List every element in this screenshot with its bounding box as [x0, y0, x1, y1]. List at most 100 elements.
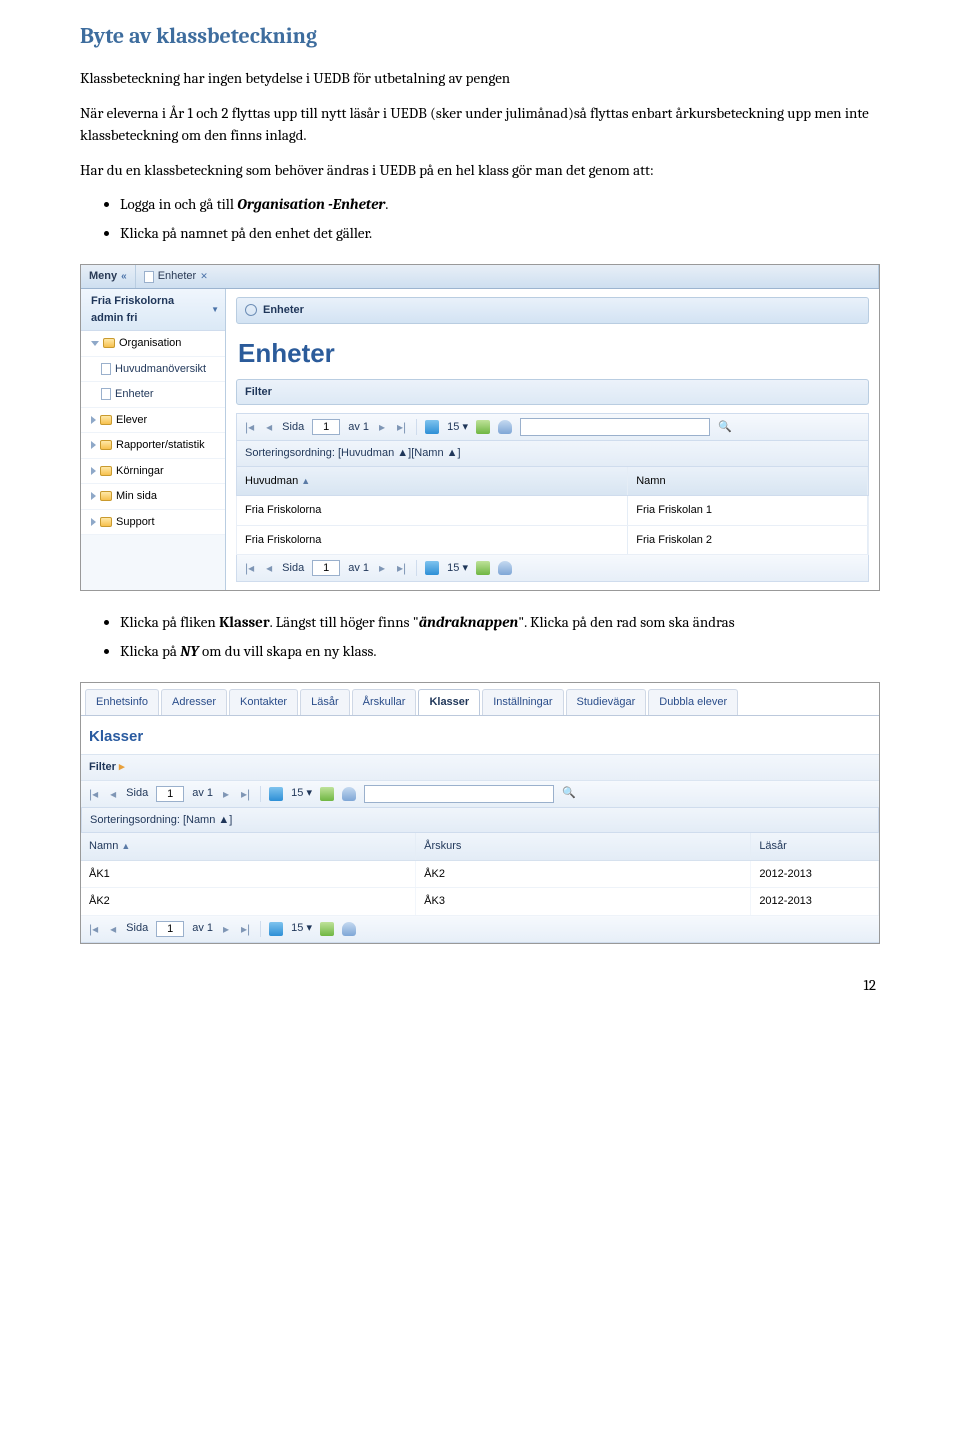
tab-kontakter[interactable]: Kontakter	[229, 689, 298, 715]
sidebar: Fria Friskolorna admin fri ▼ Organisatio…	[81, 289, 226, 590]
tab-dubbla-elever[interactable]: Dubbla elever	[648, 689, 738, 715]
tab-lasar[interactable]: Läsår	[300, 689, 350, 715]
cell: Fria Friskolan 2	[628, 526, 868, 555]
refresh-icon[interactable]	[425, 561, 439, 575]
next-page-button[interactable]: ▸	[221, 785, 231, 803]
next-page-button[interactable]: ▸	[377, 559, 387, 577]
add-icon[interactable]	[476, 420, 490, 434]
table-row[interactable]: Fria Friskolorna Fria Friskolan 1	[236, 496, 869, 526]
cell: Fria Friskolorna	[237, 526, 628, 555]
sidebar-item-huvudman[interactable]: Huvudmanöversikt	[81, 357, 225, 383]
tab-adresser[interactable]: Adresser	[161, 689, 227, 715]
prev-page-button[interactable]: ◂	[264, 418, 274, 436]
folder-icon	[100, 440, 112, 450]
sidebar-item-support[interactable]: Support	[81, 510, 225, 536]
sort-order-label: Sorteringsordning: [Huvudman ▲][Namn ▲]	[236, 441, 869, 467]
table-row[interactable]: Fria Friskolorna Fria Friskolan 2	[236, 526, 869, 556]
refresh-icon[interactable]	[425, 420, 439, 434]
search-icon[interactable]: 🔍	[562, 785, 576, 802]
filter-bar[interactable]: Filter ▸	[81, 754, 879, 781]
perpage-select[interactable]: 15 ▾	[447, 419, 468, 436]
filter-bar[interactable]: Filter	[236, 379, 869, 406]
sidebar-item-enheter[interactable]: Enheter	[81, 382, 225, 408]
grid-header: Huvudman ▲ Namn	[236, 467, 869, 497]
page-number: 12	[80, 974, 880, 997]
last-page-button[interactable]: ▸|	[239, 920, 252, 938]
refresh-icon[interactable]	[269, 922, 283, 936]
page-label: Sida	[282, 560, 304, 577]
table-row[interactable]: ÅK1 ÅK2 2012-2013	[81, 861, 879, 889]
document-icon	[101, 363, 111, 375]
chevron-left-icon[interactable]: «	[121, 269, 127, 284]
col-namn[interactable]: Namn ▲	[81, 833, 416, 860]
meny-label[interactable]: Meny «	[81, 265, 136, 288]
chevron-down-icon	[91, 341, 99, 346]
list-item: Klicka på fliken Klasser. Längst till hö…	[120, 611, 880, 634]
screenshot-enheter: Meny « Enheter ✕ Fria Friskolorna admin …	[80, 264, 880, 591]
cell: ÅK1	[81, 861, 416, 888]
last-page-button[interactable]: ▸|	[239, 785, 252, 803]
col-arskurs[interactable]: Årskurs	[416, 833, 751, 860]
tab-klasser[interactable]: Klasser	[418, 689, 480, 715]
first-page-button[interactable]: |◂	[243, 418, 256, 436]
perpage-select[interactable]: 15 ▾	[291, 920, 312, 937]
page-input[interactable]	[312, 419, 340, 435]
sidebar-item-korningar[interactable]: Körningar	[81, 459, 225, 485]
tab-installningar[interactable]: Inställningar	[482, 689, 563, 715]
grid-header: Namn ▲ Årskurs Läsår	[81, 833, 879, 861]
next-page-button[interactable]: ▸	[377, 418, 387, 436]
table-row[interactable]: ÅK2 ÅK3 2012-2013	[81, 888, 879, 916]
user-dropdown[interactable]: Fria Friskolorna admin fri ▼	[81, 289, 225, 331]
add-icon[interactable]	[320, 787, 334, 801]
add-icon[interactable]	[476, 561, 490, 575]
person-icon[interactable]	[498, 561, 512, 575]
perpage-select[interactable]: 15 ▾	[291, 785, 312, 802]
page-input[interactable]	[312, 560, 340, 576]
sidebar-item-elever[interactable]: Elever	[81, 408, 225, 434]
next-page-button[interactable]: ▸	[221, 920, 231, 938]
tab-enhetsinfo[interactable]: Enhetsinfo	[85, 689, 159, 715]
search-icon[interactable]: 🔍	[718, 419, 732, 436]
tab-arskullar[interactable]: Årskullar	[352, 689, 417, 715]
sidebar-item-minsida[interactable]: Min sida	[81, 484, 225, 510]
section-title: Klasser	[81, 716, 879, 755]
refresh-icon[interactable]	[269, 787, 283, 801]
tab-studievagar[interactable]: Studievägar	[566, 689, 647, 715]
tab-enheter[interactable]: Enheter	[158, 268, 197, 285]
sidebar-item-rapporter[interactable]: Rapporter/statistik	[81, 433, 225, 459]
person-icon[interactable]	[342, 922, 356, 936]
page-of-label: av 1	[192, 920, 213, 937]
last-page-button[interactable]: ▸|	[395, 559, 408, 577]
chevron-right-icon	[91, 467, 96, 475]
cell: Fria Friskolorna	[237, 496, 628, 525]
page-input[interactable]	[156, 921, 184, 937]
close-icon[interactable]: ✕	[200, 270, 208, 284]
search-input[interactable]	[364, 785, 554, 803]
section-title: Enheter	[238, 334, 869, 373]
perpage-select[interactable]: 15 ▾	[447, 560, 468, 577]
list-item: Klicka på namnet på den enhet det gäller…	[120, 222, 880, 245]
first-page-button[interactable]: |◂	[243, 559, 256, 577]
prev-page-button[interactable]: ◂	[108, 785, 118, 803]
person-icon[interactable]	[342, 787, 356, 801]
first-page-button[interactable]: |◂	[87, 785, 100, 803]
page-input[interactable]	[156, 786, 184, 802]
prev-page-button[interactable]: ◂	[264, 559, 274, 577]
add-icon[interactable]	[320, 922, 334, 936]
sidebar-item-organisation[interactable]: Organisation	[81, 331, 225, 357]
first-page-button[interactable]: |◂	[87, 920, 100, 938]
pagination-toolbar-bottom: |◂ ◂ Sida av 1 ▸ ▸| 15 ▾	[81, 916, 879, 943]
col-huvudman[interactable]: Huvudman ▲	[237, 467, 628, 496]
col-namn[interactable]: Namn	[628, 467, 868, 496]
paragraph: Har du en klassbeteckning som behöver än…	[80, 159, 880, 182]
list-item: Logga in och gå till Organisation -Enhet…	[120, 193, 880, 216]
pagination-toolbar-top: |◂ ◂ Sida av 1 ▸ ▸| 15 ▾ 🔍	[236, 413, 869, 441]
paragraph: När eleverna i År 1 och 2 flyttas upp ti…	[80, 102, 880, 147]
person-icon[interactable]	[498, 420, 512, 434]
col-lasar[interactable]: Läsår	[751, 833, 879, 860]
prev-page-button[interactable]: ◂	[108, 920, 118, 938]
search-input[interactable]	[520, 418, 710, 436]
sort-asc-icon: ▲	[121, 841, 130, 851]
panel-header: Enheter	[236, 297, 869, 324]
last-page-button[interactable]: ▸|	[395, 418, 408, 436]
